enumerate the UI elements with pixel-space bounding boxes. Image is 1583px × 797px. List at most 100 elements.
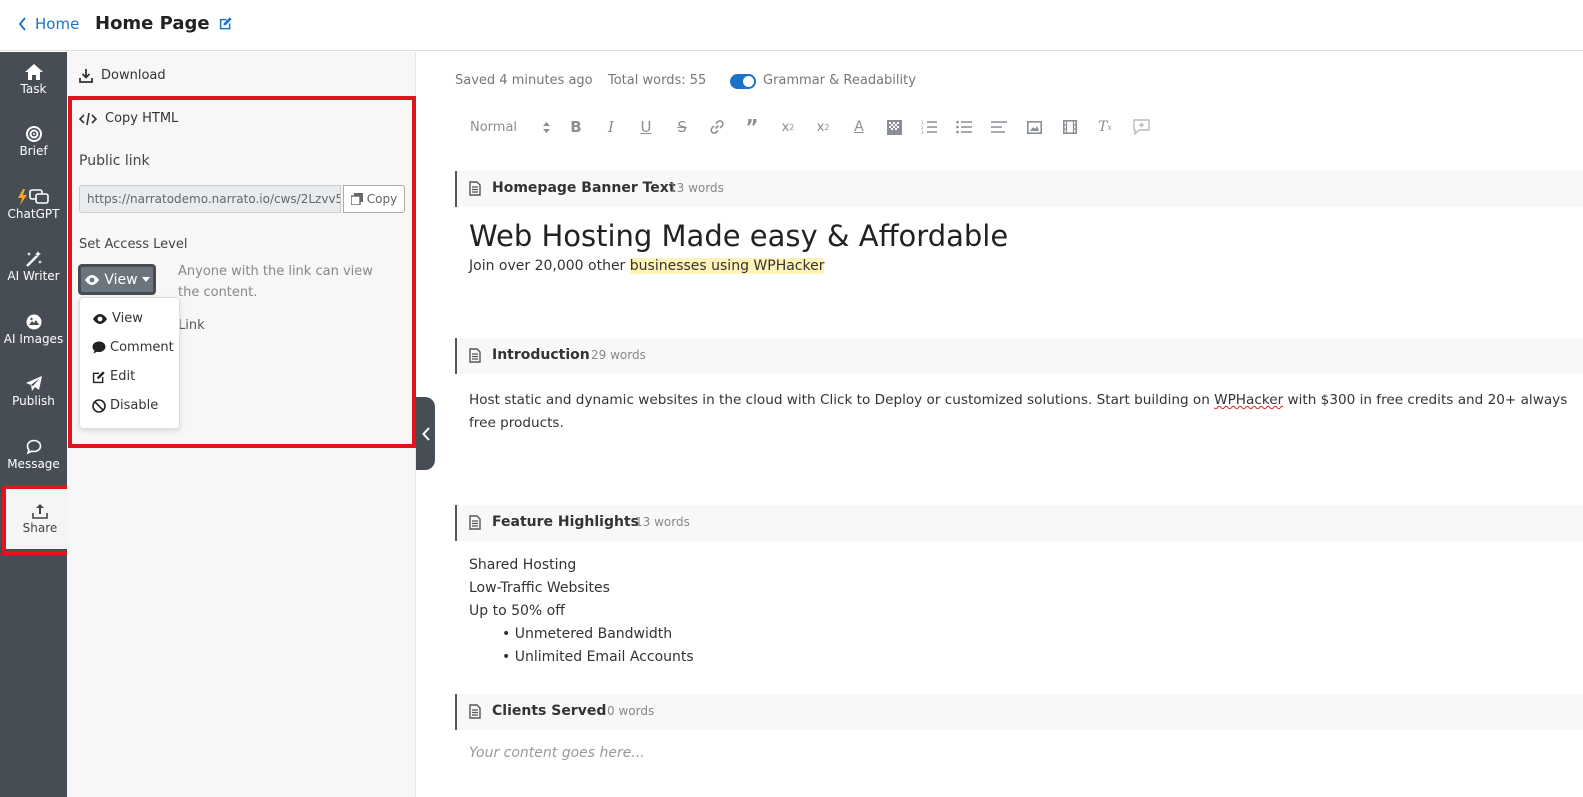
nav-item-ai-images[interactable]: AI Images — [0, 302, 67, 358]
add-comment-icon[interactable] — [1130, 112, 1152, 142]
nav-item-message[interactable]: Message — [0, 427, 67, 483]
image-icon — [26, 314, 41, 330]
copy-html-button[interactable]: Copy HTML — [79, 111, 178, 126]
nav-label-message: Message — [7, 457, 60, 471]
top-bar: Home Home Page — [0, 0, 1583, 51]
chevron-left-icon — [18, 17, 26, 31]
feature-bullet-text: Unmetered Bandwidth — [514, 626, 673, 642]
public-link-input[interactable]: https://narratodemo.narrato.io/cws/2Lzvv… — [79, 185, 341, 213]
comment-icon — [92, 341, 106, 354]
intro-misspelled-word[interactable]: WPHacker — [1214, 392, 1283, 408]
section-header-introduction[interactable]: Introduction 29 words — [455, 338, 1583, 374]
italic-icon[interactable]: I — [600, 112, 622, 142]
page-title-group: Home Page — [95, 13, 233, 34]
nav-item-ai-writer[interactable]: AI Writer — [0, 239, 67, 295]
insert-image-icon[interactable] — [1023, 112, 1045, 142]
access-option-view-label: View — [112, 311, 143, 326]
format-select-value: Normal — [470, 119, 518, 135]
superscript-icon[interactable]: x2 — [812, 112, 834, 142]
access-option-edit[interactable]: Edit — [92, 369, 135, 384]
banner-heading[interactable]: Web Hosting Made easy & Affordable — [469, 219, 1008, 253]
home-icon — [24, 64, 43, 80]
copy-icon — [350, 193, 363, 205]
insert-video-icon[interactable] — [1059, 112, 1081, 142]
nav-item-chatgpt[interactable]: ChatGPT — [0, 177, 67, 233]
access-option-comment[interactable]: Comment — [92, 340, 174, 355]
blockquote-icon[interactable]: ” — [741, 112, 763, 142]
clear-format-icon[interactable]: Tx — [1094, 112, 1116, 142]
link-icon[interactable] — [706, 112, 728, 142]
access-level-button-label: View — [104, 271, 138, 288]
ban-icon — [92, 398, 106, 413]
section-word-count: 13 words — [669, 181, 724, 195]
magic-wand-icon — [25, 251, 42, 267]
svg-text:3: 3 — [921, 130, 924, 134]
feature-bullet-item[interactable]: • Unmetered Bandwidth — [502, 626, 672, 642]
collapse-panel-handle[interactable] — [416, 397, 435, 470]
copy-link-button[interactable]: Copy — [343, 185, 405, 213]
nav-label-publish: Publish — [12, 394, 55, 408]
message-icon — [26, 439, 41, 455]
subscript-icon[interactable]: x2 — [777, 112, 799, 142]
format-select[interactable]: Normal — [470, 112, 550, 142]
section-header-clients-served[interactable]: Clients Served 0 words — [455, 694, 1583, 730]
banner-subtext-prefix: Join over 20,000 other — [469, 258, 630, 274]
section-word-count: 0 words — [607, 704, 655, 718]
banner-subtext-highlight: businesses using WPHacker — [629, 258, 825, 274]
section-word-count: 29 words — [591, 348, 646, 362]
paper-plane-icon — [25, 376, 42, 391]
nav-label-ai-writer: AI Writer — [7, 269, 60, 283]
section-header-feature-highlights[interactable]: Feature Highlights 13 words — [455, 505, 1583, 541]
section-title: Feature Highlights — [492, 514, 639, 530]
nav-item-task[interactable]: Task — [0, 52, 67, 108]
section-header-homepage-banner[interactable]: Homepage Banner Text 13 words — [455, 171, 1583, 207]
intro-text-part1: Host static and dynamic websites in the … — [469, 392, 1215, 408]
section-title: Homepage Banner Text — [492, 180, 676, 196]
strikethrough-icon[interactable]: S — [671, 112, 693, 142]
edit-icon — [92, 370, 105, 383]
access-option-disable[interactable]: Disable — [92, 398, 158, 413]
link-label-fragment: Link — [178, 318, 205, 333]
banner-subtext[interactable]: Join over 20,000 other businesses using … — [469, 258, 825, 274]
feature-line[interactable]: Shared Hosting — [469, 557, 576, 573]
nav-item-publish[interactable]: Publish — [0, 364, 67, 420]
grammar-label: Grammar & Readability — [763, 73, 916, 88]
feature-bullet-item[interactable]: • Unlimited Email Accounts — [502, 649, 694, 665]
back-home-link[interactable]: Home — [18, 15, 79, 33]
background-color-icon[interactable] — [883, 112, 905, 142]
underline-icon[interactable]: U — [635, 112, 657, 142]
grammar-toggle[interactable] — [730, 74, 756, 89]
section-title: Clients Served — [492, 703, 607, 719]
text-color-icon[interactable]: A — [848, 112, 870, 142]
page-title: Home Page — [95, 13, 210, 34]
access-level-menu: View Comment Edit Disable — [79, 297, 180, 429]
caret-down-icon — [141, 277, 150, 282]
chevron-left-icon — [421, 426, 430, 441]
editor-toolbar: Normal B I U S ” x2 x2 A 123 Tx — [455, 112, 1165, 142]
eye-icon — [93, 313, 107, 324]
code-icon — [79, 112, 97, 125]
nav-label-chatgpt: ChatGPT — [7, 207, 60, 221]
edit-title-icon[interactable] — [218, 16, 233, 31]
section-word-count: 13 words — [635, 515, 690, 529]
nav-item-brief[interactable]: Brief — [0, 114, 67, 170]
access-level-dropdown-button[interactable]: View — [78, 264, 156, 295]
nav-label-task: Task — [20, 82, 47, 96]
bullet-list-icon[interactable] — [953, 112, 975, 142]
section-title: Introduction — [492, 347, 590, 363]
bold-icon[interactable]: B — [565, 112, 587, 142]
document-icon — [469, 181, 481, 196]
feature-line[interactable]: Low-Traffic Websites — [469, 580, 610, 596]
chat-bolt-icon — [17, 189, 49, 205]
nav-label-brief: Brief — [19, 144, 48, 158]
ordered-list-icon[interactable]: 123 — [918, 112, 940, 142]
align-icon[interactable] — [988, 112, 1010, 142]
intro-text-line2: free products. — [469, 415, 564, 431]
intro-text-part2: with $300 in free credits and 20+ always — [1283, 392, 1568, 408]
clients-content-placeholder[interactable]: Your content goes here... — [469, 745, 645, 761]
download-button[interactable]: Download — [79, 68, 166, 83]
intro-paragraph[interactable]: Host static and dynamic websites in the … — [469, 389, 1569, 435]
access-option-view[interactable]: View — [92, 311, 143, 326]
access-level-description: Anyone with the link can view the conten… — [178, 264, 373, 300]
feature-line[interactable]: Up to 50% off — [469, 603, 565, 619]
